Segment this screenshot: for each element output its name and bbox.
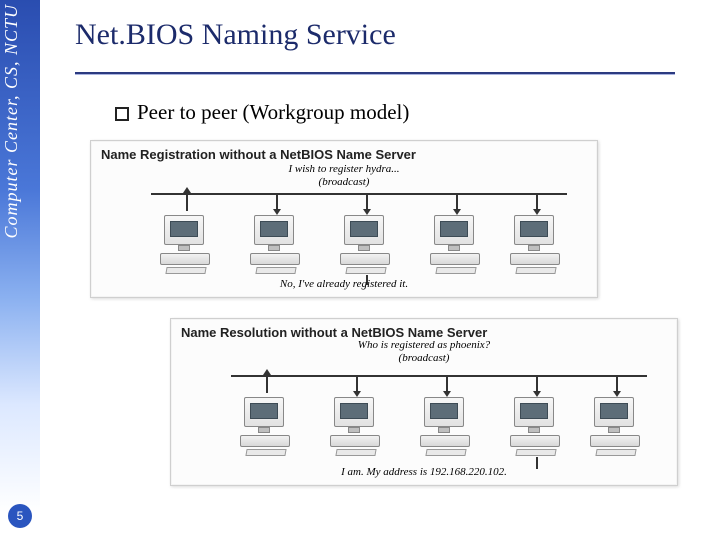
diagram2-bus-line	[231, 375, 647, 377]
diagram2-stub-1	[266, 375, 268, 393]
bullet-text: Peer to peer (Workgroup model)	[137, 100, 409, 125]
diagram1-bus-line	[151, 193, 567, 195]
pc-icon	[506, 395, 566, 455]
pc-icon	[326, 395, 386, 455]
diagram2-broadcast-text: Who is registered as phoenix?(broadcast)	[171, 339, 677, 364]
diagram-name-registration: Name Registration without a NetBIOS Name…	[90, 140, 598, 298]
pc-icon	[246, 213, 306, 273]
pc-icon	[506, 213, 566, 273]
sidebar-org-label: Computer Center, CS, NCTU	[1, 4, 39, 239]
pc-icon	[336, 213, 396, 273]
pc-icon	[156, 213, 216, 273]
diagram2-arrow-up-1	[263, 369, 271, 375]
diagram1-response-text: No, I've already registered it.	[91, 278, 597, 291]
diagram1-arrow-up-1	[183, 187, 191, 193]
bullet-row: Peer to peer (Workgroup model)	[115, 100, 409, 125]
bullet-square-icon	[115, 107, 129, 121]
diagram2-response-text: I am. My address is 192.168.220.102.	[171, 466, 677, 479]
diagram1-title: Name Registration without a NetBIOS Name…	[91, 141, 597, 164]
pc-icon	[586, 395, 646, 455]
pc-icon	[416, 395, 476, 455]
title-underline	[75, 72, 675, 75]
diagram-name-resolution: Name Resolution without a NetBIOS Name S…	[170, 318, 678, 486]
diagram1-broadcast-text: I wish to register hydra...(broadcast)	[91, 163, 597, 188]
sidebar-gradient: Computer Center, CS, NCTU	[0, 0, 40, 540]
page-number-badge: 5	[8, 504, 32, 528]
pc-icon	[426, 213, 486, 273]
slide-title: Net.BIOS Naming Service	[75, 18, 396, 52]
diagram1-stub-1	[186, 193, 188, 211]
pc-icon	[236, 395, 296, 455]
